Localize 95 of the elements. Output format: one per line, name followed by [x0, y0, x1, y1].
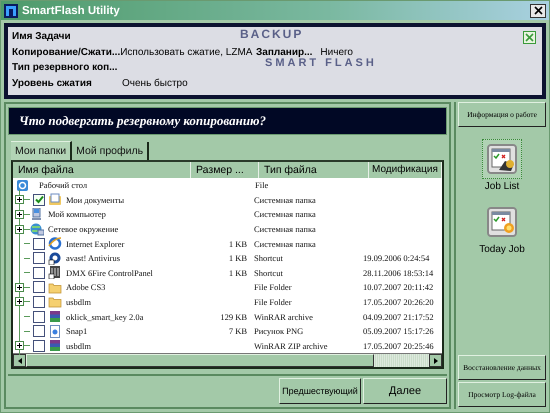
table-cell: 10.07.2007 20:11:42 [363, 282, 434, 292]
table-cell: Рисунок PNG [254, 326, 304, 336]
job-list-icon [487, 144, 517, 174]
horizontal-scrollbar[interactable] [13, 353, 442, 367]
tree-item[interactable]: Мой компьютер [48, 209, 106, 220]
summary-label: Уровень сжатия [12, 78, 93, 89]
close-icon[interactable] [523, 31, 536, 44]
table-cell: 19.09.2006 0:24:54 [363, 253, 430, 264]
scroll-left-icon[interactable] [18, 358, 22, 364]
job-label: Today Job [479, 244, 525, 255]
table-cell: 129 KB [220, 312, 247, 322]
folder-icon [48, 295, 62, 308]
summary-label: Запланир... [256, 46, 312, 58]
tree-item[interactable]: usbdlm [66, 340, 92, 351]
expand-icon[interactable] [15, 341, 24, 350]
tree-item[interactable]: Snap1 [66, 326, 88, 336]
desktop-icon [16, 178, 29, 192]
tree-item[interactable]: Рабочий стол [39, 180, 88, 190]
tree-item[interactable]: DMX 6Fire ControlPanel [66, 268, 153, 278]
checkbox[interactable] [33, 281, 45, 294]
table-cell: Системная папка [254, 194, 316, 205]
documents-icon [48, 193, 62, 206]
globe-icon [30, 222, 44, 236]
logo-subtitle: SMART FLASH [265, 57, 377, 69]
table-cell: Shortcut [254, 253, 283, 264]
table-cell: WinRAR archive [254, 312, 313, 322]
logo-text: BACKUP [240, 28, 304, 41]
tree-item[interactable]: Мои документы [66, 194, 124, 205]
checkbox[interactable] [33, 325, 45, 338]
shortcut-icon [48, 252, 62, 265]
checkbox[interactable] [33, 252, 45, 264]
table-cell: 1 KB [228, 268, 247, 278]
table-cell: 7 KB [228, 326, 247, 336]
today-job-icon [487, 207, 517, 237]
table-cell: 17.05.2007 20:26:20 [363, 296, 434, 307]
tree-item[interactable]: oklick_smart_key 2.0a [66, 312, 144, 322]
table-cell: Системная папка [254, 224, 316, 234]
app-logo-icon [4, 4, 18, 18]
expand-icon[interactable] [15, 195, 24, 204]
column-header[interactable]: Тип файла [259, 162, 369, 178]
close-icon [534, 6, 542, 15]
nav-button[interactable]: Далее [363, 378, 447, 404]
summary-label: Копирование/Сжати... [12, 46, 120, 58]
summary-value: Использовать сжатие, LZMA [120, 46, 254, 58]
tree-item[interactable]: avast! Antivirus [66, 253, 120, 264]
table-cell: 28.11.2006 18:53:14 [363, 268, 434, 278]
table-cell: 04.09.2007 21:17:52 [363, 312, 434, 322]
table-cell-text: File [254, 179, 270, 192]
table-cell: 1 KB [228, 238, 247, 249]
checkbox[interactable] [33, 310, 45, 323]
close-button[interactable] [530, 4, 546, 18]
checkbox[interactable] [33, 238, 45, 250]
checkbox[interactable] [33, 266, 45, 279]
scroll-thumb[interactable] [26, 354, 374, 367]
checkbox[interactable] [33, 194, 45, 206]
expand-icon[interactable] [15, 297, 24, 306]
table-cell: Shortcut [254, 268, 283, 278]
table-cell: 17.05.2007 20:25:46 [363, 340, 434, 351]
table-cell: WinRAR ZIP archive [254, 340, 328, 351]
column-header[interactable]: Размер ... [191, 162, 259, 178]
tree-item[interactable]: Adobe CS3 [66, 282, 106, 292]
tree-item[interactable]: Сетевое окружение [48, 224, 118, 234]
folder-icon [48, 280, 62, 294]
summary-value: Очень быстро [122, 78, 188, 89]
job-label: Job List [484, 181, 520, 192]
summary-label: Тип резервного коп... [12, 62, 118, 74]
nav-button[interactable]: Предшествующий [279, 378, 361, 404]
section-banner: Что подвергать резервному копированию? [8, 107, 447, 135]
scroll-right-icon[interactable] [434, 358, 438, 364]
expand-icon[interactable] [15, 224, 24, 234]
checkbox[interactable] [33, 296, 45, 308]
table-cell: 05.09.2007 15:17:26 [363, 326, 434, 336]
table-cell: File Folder [254, 296, 292, 307]
summary-value: Ничего [320, 46, 353, 58]
window-title: SmartFlash Utility [22, 4, 121, 16]
archive-icon [48, 310, 62, 324]
archive-icon [48, 339, 62, 352]
summary-label: Имя Задачи [12, 31, 72, 42]
expand-icon[interactable] [15, 210, 24, 219]
job-tile[interactable] [482, 139, 522, 179]
image-file-icon [48, 324, 62, 338]
tab[interactable]: Мои папки [11, 141, 72, 160]
column-header[interactable]: Имя файла [13, 162, 191, 178]
table-cell: Системная папка [254, 209, 316, 220]
browser-icon [48, 237, 62, 250]
expand-icon[interactable] [15, 282, 24, 292]
checkbox[interactable] [33, 340, 45, 352]
tree-item[interactable]: Internet Explorer [66, 238, 124, 249]
column-header[interactable]: Модификация [369, 162, 442, 178]
table-cell: File Folder [254, 282, 292, 292]
computer-icon [30, 208, 44, 221]
table-cell: 1 KB [228, 253, 247, 264]
table-cell: Системная папка [254, 238, 316, 249]
shortcut-icon [48, 266, 62, 280]
tree-item[interactable]: usbdlm [66, 296, 92, 307]
